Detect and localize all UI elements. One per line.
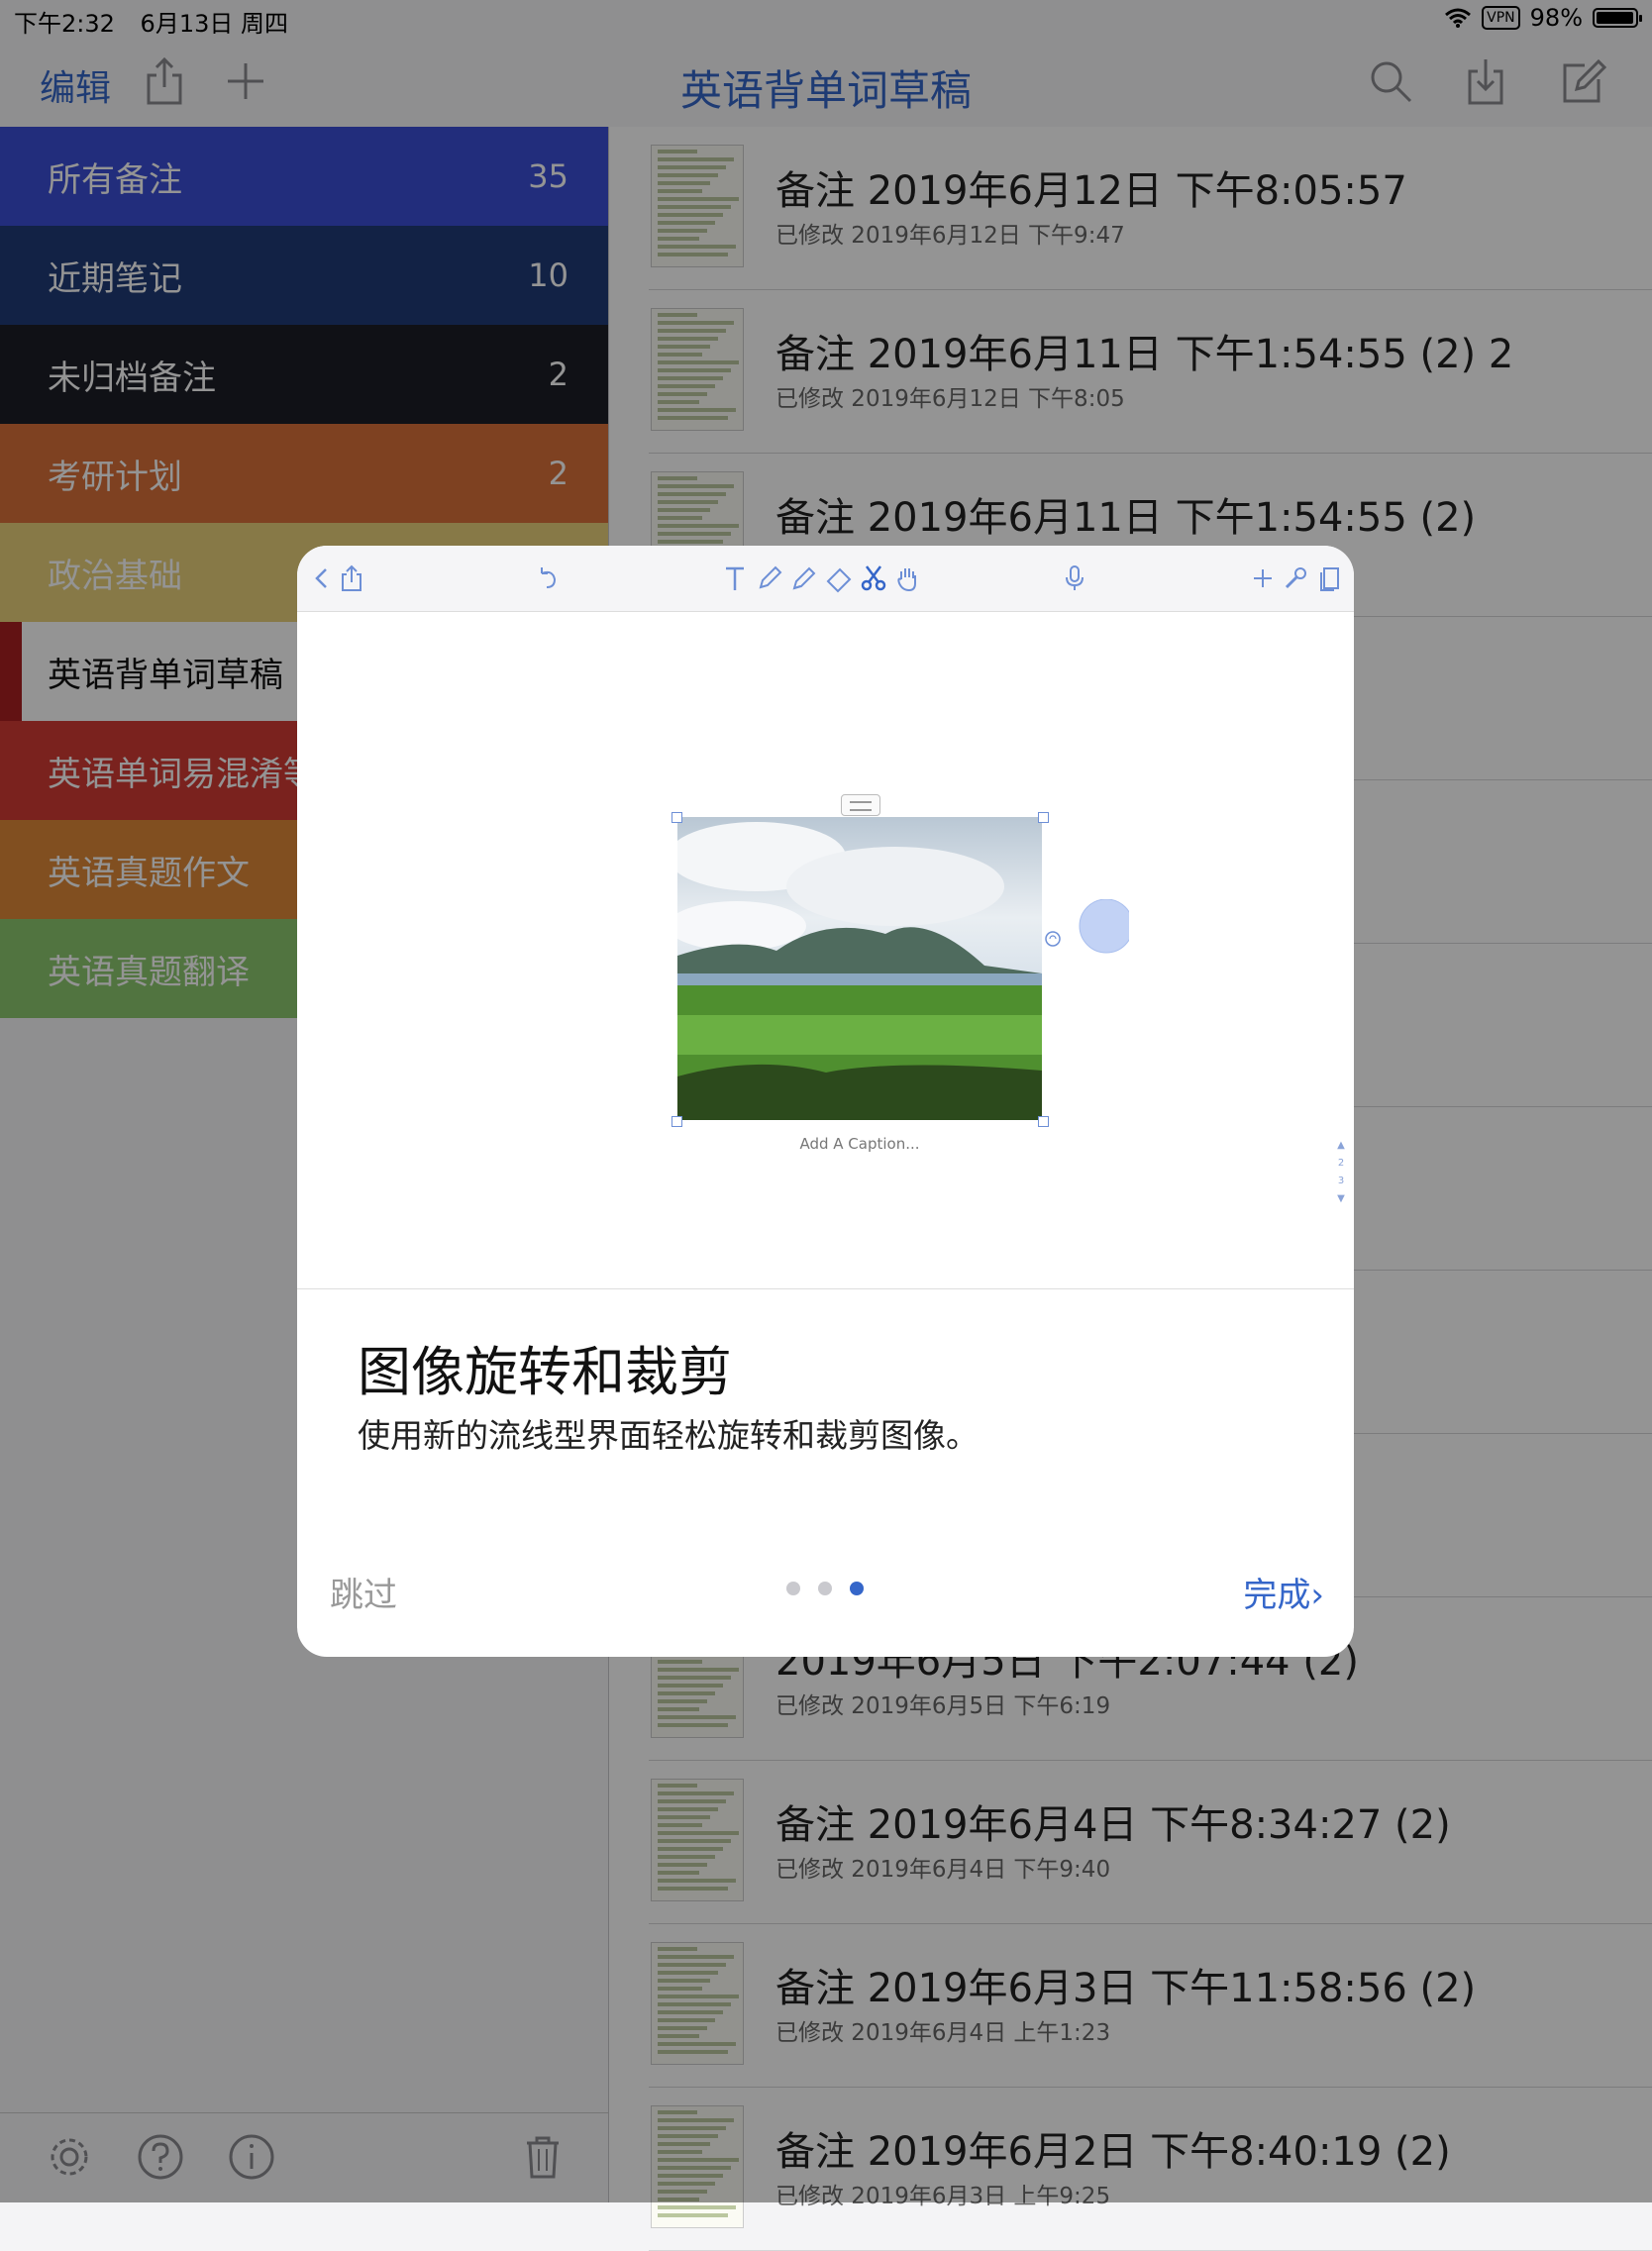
wrench-icon	[1285, 567, 1306, 589]
feature-intro-dialog: Add A Caption... ▲ 2 3 ▼ 图像旋转和裁剪 使用新的流线型…	[297, 546, 1354, 1657]
rotate-handle-icon	[1045, 899, 1129, 954]
back-icon	[315, 568, 327, 588]
scroll-down-icon: ▼	[1337, 1193, 1345, 1204]
crop-handle	[1038, 812, 1049, 823]
page-number: 3	[1337, 1176, 1345, 1186]
page-dot[interactable]	[850, 1582, 864, 1595]
text-tool-icon	[726, 566, 744, 590]
page-dot[interactable]	[818, 1582, 832, 1595]
skip-button[interactable]: 跳过	[330, 1568, 397, 1616]
pencil-icon	[792, 566, 816, 590]
feature-heading: 图像旋转和裁剪	[358, 1341, 732, 1403]
page-dot[interactable]	[786, 1582, 800, 1595]
feature-description: 使用新的流线型界面轻松旋转和裁剪图像。	[358, 1416, 979, 1455]
crop-handle	[671, 812, 682, 823]
done-button[interactable]: 完成›	[1243, 1568, 1324, 1616]
share-icon	[342, 564, 361, 591]
sample-landscape-photo	[677, 817, 1042, 1120]
page-number: 2	[1337, 1158, 1345, 1169]
done-label: 完成	[1243, 1576, 1311, 1615]
caption-placeholder: Add A Caption...	[799, 1135, 920, 1153]
add-icon	[1254, 569, 1272, 587]
undo-icon	[541, 567, 557, 588]
pages-icon	[1320, 567, 1339, 591]
scroll-up-icon: ▲	[1337, 1140, 1345, 1151]
pen-icon	[759, 565, 782, 589]
scissors-icon	[861, 565, 886, 591]
page-scroll-indicator: ▲ 2 3 ▼	[1335, 1137, 1347, 1208]
crop-handle	[671, 1116, 682, 1127]
page-dots[interactable]	[786, 1582, 864, 1595]
preview-canvas: Add A Caption... ▲ 2 3 ▼	[297, 612, 1354, 1289]
mic-icon	[1066, 565, 1084, 590]
image-options-tab	[841, 794, 880, 816]
eraser-icon	[826, 567, 852, 593]
chevron-right-icon: ›	[1310, 1576, 1324, 1615]
crop-handle	[1038, 1116, 1049, 1127]
hand-icon	[897, 568, 916, 592]
preview-toolbar	[297, 546, 1354, 612]
